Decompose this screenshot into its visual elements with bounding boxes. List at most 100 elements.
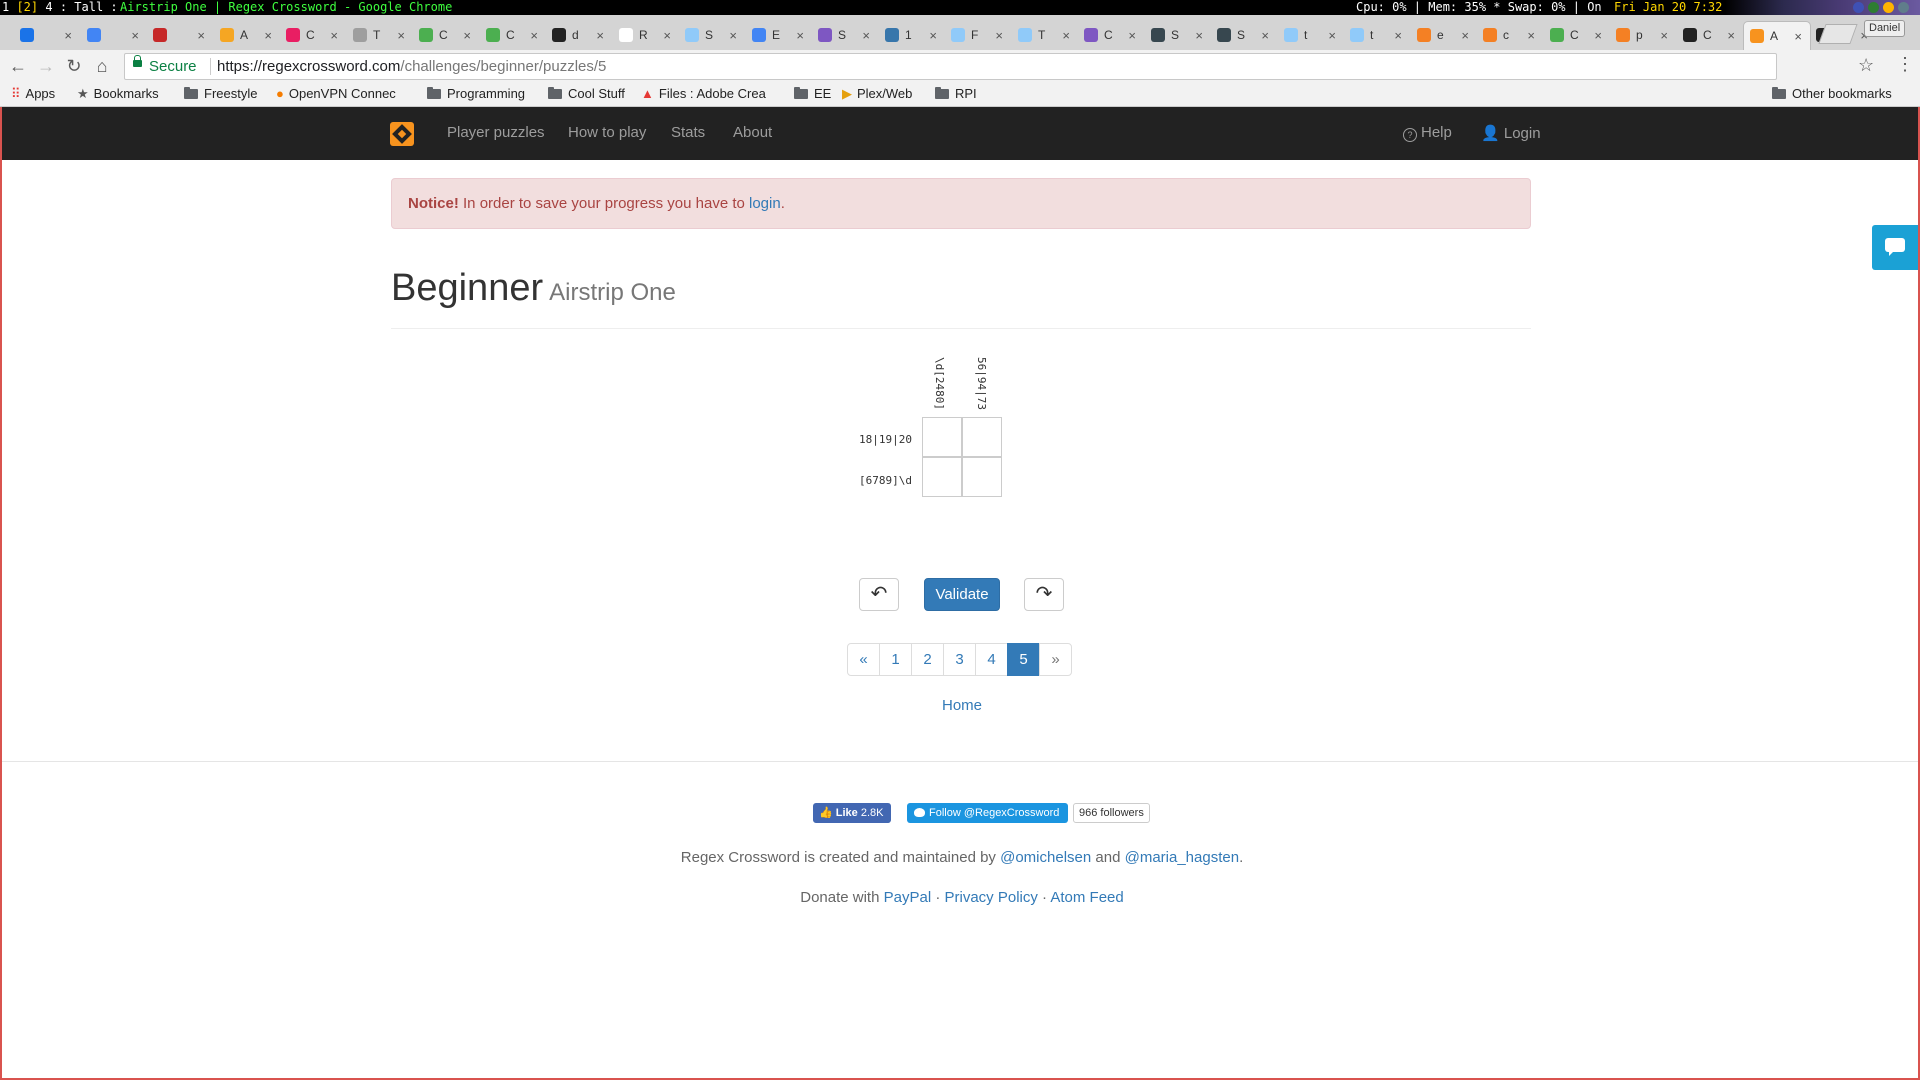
- home-link[interactable]: Home: [942, 697, 982, 714]
- browser-tab[interactable]: C ×: [1544, 21, 1610, 49]
- bookmark-item[interactable]: Programming: [427, 85, 525, 102]
- bookmark-item[interactable]: EE: [794, 85, 831, 102]
- crossword-cell[interactable]: [962, 417, 1002, 457]
- bookmark-item[interactable]: ● OpenVPN Connec: [276, 85, 396, 102]
- author-link-maria[interactable]: @maria_hagsten: [1125, 849, 1239, 866]
- close-tab-icon[interactable]: ×: [663, 28, 671, 43]
- page-next[interactable]: »: [1039, 643, 1072, 676]
- twitter-follow-button[interactable]: Follow @RegexCrossword: [907, 803, 1068, 823]
- browser-tab[interactable]: ×: [147, 21, 213, 49]
- page-link[interactable]: 3: [943, 643, 976, 676]
- bookmark-item[interactable]: RPI: [935, 85, 977, 102]
- url-text[interactable]: https://regexcrossword.com/challenges/be…: [217, 54, 606, 79]
- profile-button[interactable]: Daniel: [1864, 20, 1906, 37]
- page-link[interactable]: 1: [879, 643, 912, 676]
- browser-tab[interactable]: S ×: [812, 21, 878, 49]
- other-bookmarks[interactable]: Other bookmarks: [1772, 85, 1892, 102]
- close-tab-icon[interactable]: ×: [1195, 28, 1203, 43]
- browser-tab[interactable]: C ×: [1677, 21, 1743, 49]
- browser-tab[interactable]: A ×: [1743, 21, 1811, 50]
- browser-tab[interactable]: 1 ×: [879, 21, 945, 49]
- nav-stats[interactable]: Stats: [671, 124, 705, 141]
- close-tab-icon[interactable]: ×: [64, 28, 72, 43]
- nav-login[interactable]: 👤 Login: [1481, 124, 1541, 142]
- browser-tab[interactable]: e ×: [1411, 21, 1477, 49]
- close-tab-icon[interactable]: ×: [330, 28, 338, 43]
- chrome-menu-icon[interactable]: ⋮: [1896, 54, 1914, 75]
- close-tab-icon[interactable]: ×: [995, 28, 1003, 43]
- bookmark-star-icon[interactable]: ☆: [1858, 55, 1874, 76]
- browser-tab[interactable]: S ×: [679, 21, 745, 49]
- nav-how-to-play[interactable]: How to play: [568, 124, 646, 141]
- close-tab-icon[interactable]: ×: [1328, 28, 1336, 43]
- close-tab-icon[interactable]: ×: [1594, 28, 1602, 43]
- home-button[interactable]: ⌂: [91, 55, 113, 77]
- workspace-indicator[interactable]: 1 [2] 4 : Tall :: [2, 0, 118, 15]
- browser-tab[interactable]: d ×: [546, 21, 612, 49]
- bookmark-item[interactable]: ★ Bookmarks: [77, 85, 159, 102]
- redo-button[interactable]: ↷: [1024, 578, 1064, 611]
- browser-tab[interactable]: C ×: [413, 21, 479, 49]
- crossword-cell[interactable]: [922, 417, 962, 457]
- close-tab-icon[interactable]: ×: [862, 28, 870, 43]
- bluetooth-icon[interactable]: [1853, 2, 1864, 13]
- network-icon[interactable]: [1898, 2, 1909, 13]
- close-tab-icon[interactable]: ×: [1527, 28, 1535, 43]
- atom-feed-link[interactable]: Atom Feed: [1050, 889, 1123, 906]
- page-link-active[interactable]: 5: [1007, 643, 1040, 676]
- browser-tab[interactable]: A ×: [214, 21, 280, 49]
- reload-button[interactable]: ↻: [63, 55, 85, 77]
- bookmark-item[interactable]: ▲ Files : Adobe Crea: [641, 85, 766, 102]
- browser-tab[interactable]: T ×: [347, 21, 413, 49]
- nav-about[interactable]: About: [733, 124, 772, 141]
- notification-icon[interactable]: [1868, 2, 1879, 13]
- close-tab-icon[interactable]: ×: [264, 28, 272, 43]
- browser-tab[interactable]: ×: [81, 21, 147, 49]
- close-tab-icon[interactable]: ×: [796, 28, 804, 43]
- browser-tab[interactable]: C ×: [280, 21, 346, 49]
- close-tab-icon[interactable]: ×: [1394, 28, 1402, 43]
- close-tab-icon[interactable]: ×: [1727, 28, 1735, 43]
- browser-tab[interactable]: S ×: [1145, 21, 1211, 49]
- chat-widget-icon[interactable]: [1872, 225, 1918, 270]
- browser-tab[interactable]: c ×: [1477, 21, 1543, 49]
- crossword-cell[interactable]: [922, 457, 962, 497]
- browser-tab[interactable]: ×: [14, 21, 80, 49]
- browser-tab[interactable]: p ×: [1610, 21, 1676, 49]
- browser-tab[interactable]: R ×: [613, 21, 679, 49]
- browser-tab[interactable]: T ×: [1012, 21, 1078, 49]
- paypal-link[interactable]: PayPal: [884, 889, 932, 906]
- back-button[interactable]: ←: [7, 55, 29, 77]
- close-tab-icon[interactable]: ×: [397, 28, 405, 43]
- close-tab-icon[interactable]: ×: [1128, 28, 1136, 43]
- close-tab-icon[interactable]: ×: [1062, 28, 1070, 43]
- chrome-icon[interactable]: [1883, 2, 1894, 13]
- page-prev[interactable]: «: [847, 643, 880, 676]
- close-tab-icon[interactable]: ×: [729, 28, 737, 43]
- author-link-omichelsen[interactable]: @omichelsen: [1000, 849, 1091, 866]
- privacy-policy-link[interactable]: Privacy Policy: [945, 889, 1038, 906]
- bookmark-item[interactable]: ⠿ Apps: [11, 85, 55, 102]
- site-logo-icon[interactable]: [390, 122, 414, 146]
- browser-tab[interactable]: F ×: [945, 21, 1011, 49]
- bookmark-item[interactable]: ▶ Plex/Web: [842, 85, 912, 102]
- browser-tab[interactable]: E×: [746, 21, 812, 49]
- page-link[interactable]: 4: [975, 643, 1008, 676]
- address-bar[interactable]: Secure https://regexcrossword.com/challe…: [124, 53, 1777, 80]
- close-tab-icon[interactable]: ×: [1660, 28, 1668, 43]
- bookmark-item[interactable]: Freestyle: [184, 85, 257, 102]
- close-tab-icon[interactable]: ×: [463, 28, 471, 43]
- forward-button[interactable]: →: [35, 55, 57, 77]
- browser-tab[interactable]: t ×: [1344, 21, 1410, 49]
- page-link[interactable]: 2: [911, 643, 944, 676]
- nav-help[interactable]: ? Help: [1403, 124, 1452, 142]
- browser-tab[interactable]: C ×: [480, 21, 546, 49]
- browser-tab[interactable]: t ×: [1278, 21, 1344, 49]
- crossword-cell[interactable]: [962, 457, 1002, 497]
- close-tab-icon[interactable]: ×: [929, 28, 937, 43]
- undo-button[interactable]: ↶: [859, 578, 899, 611]
- bookmark-item[interactable]: Cool Stuff: [548, 85, 625, 102]
- close-tab-icon[interactable]: ×: [131, 28, 139, 43]
- close-tab-icon[interactable]: ×: [197, 28, 205, 43]
- close-tab-icon[interactable]: ×: [530, 28, 538, 43]
